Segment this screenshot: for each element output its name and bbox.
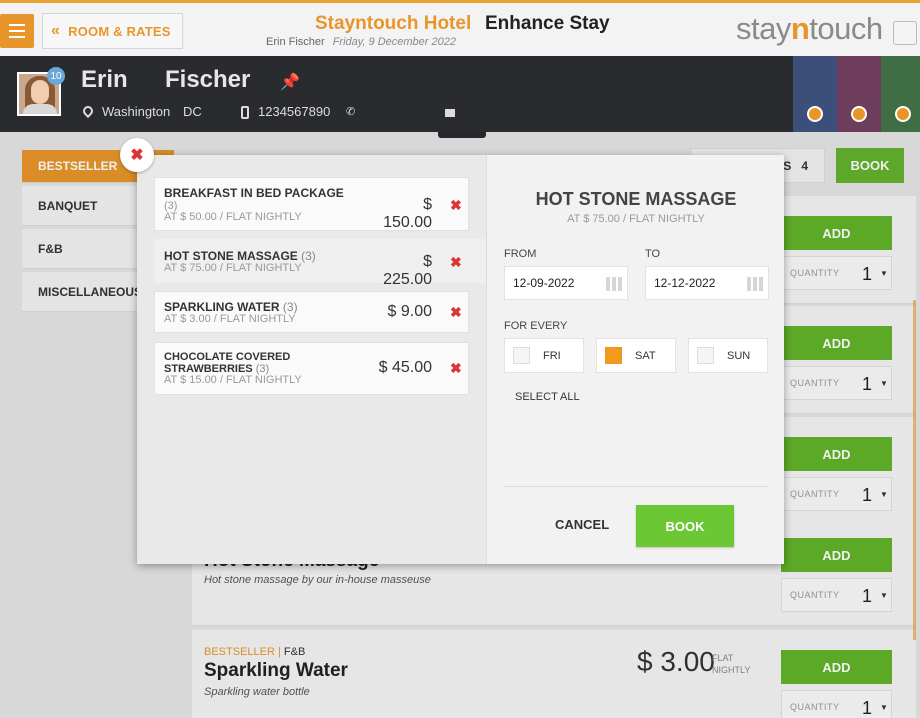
activity-icon[interactable]: [893, 21, 917, 45]
guest-first-name: Erin: [81, 66, 128, 93]
list-item[interactable]: BREAKFAST IN BED PACKAGE (3) AT $ 50.00 …: [154, 177, 469, 231]
header-guest-name: Erin Fischer: [266, 36, 325, 48]
day-checkbox-fri[interactable]: FRI: [504, 338, 584, 373]
back-label: ROOM & RATES: [68, 23, 171, 39]
globe-tile[interactable]: [837, 56, 881, 132]
search-icon: [807, 106, 823, 122]
building-tile[interactable]: [793, 56, 837, 132]
day-checkbox-sun[interactable]: SUN: [688, 338, 768, 373]
item-name: BREAKFAST IN BED PACKAGE: [164, 186, 344, 200]
search-icon: [895, 106, 911, 122]
network-tile[interactable]: [881, 56, 920, 132]
booking-details-panel: HOT STONE MASSAGE AT $ 75.00 / FLAT NIGH…: [486, 155, 784, 564]
checkbox[interactable]: [513, 347, 530, 364]
pin-icon[interactable]: 📌: [280, 72, 300, 92]
guest-city: Washington: [102, 104, 171, 119]
list-item[interactable]: CHOCOLATE COVERED STRAWBERRIES (3) AT $ 1…: [154, 342, 469, 395]
call-icon[interactable]: ✆: [346, 105, 355, 118]
close-modal-button[interactable]: ✖: [120, 138, 154, 172]
for-every-label: FOR EVERY: [504, 320, 568, 332]
hotel-name: Stayntouch Hotel: [315, 13, 472, 34]
item-price: $ 9.00: [387, 303, 432, 320]
guest-last-name: Fischer: [165, 66, 251, 93]
from-date-field[interactable]: 12-09-2022: [504, 266, 628, 300]
remove-item-icon[interactable]: ✖: [450, 304, 462, 321]
back-to-room-rates-button[interactable]: « ROOM & RATES: [42, 13, 183, 49]
divider: [504, 486, 768, 487]
item-name: SPARKLING WATER (3): [164, 300, 298, 314]
mobile-icon: [241, 106, 249, 119]
modal-book-button[interactable]: BOOK: [636, 505, 734, 547]
remove-item-icon[interactable]: ✖: [450, 197, 462, 214]
calendar-icon[interactable]: [606, 277, 622, 291]
guest-state: DC: [183, 104, 202, 119]
mail-icon[interactable]: [445, 109, 455, 117]
list-item[interactable]: HOT STONE MASSAGE (3) AT $ 75.00 / FLAT …: [154, 239, 486, 288]
item-price: $ 150.00: [383, 196, 432, 231]
add-on-modal: BREAKFAST IN BED PACKAGE (3) AT $ 50.00 …: [137, 155, 784, 564]
header-date: Friday, 9 December 2022: [332, 36, 456, 48]
item-name: CHOCOLATE COVERED STRAWBERRIES (3): [164, 351, 291, 375]
checkbox[interactable]: [697, 347, 714, 364]
top-bar: « ROOM & RATES Stayntouch Hotel Enhance …: [0, 0, 920, 56]
remove-item-icon[interactable]: ✖: [450, 254, 462, 271]
item-rate: AT $ 50.00 / FLAT NIGHTLY: [164, 211, 302, 223]
hamburger-icon[interactable]: [0, 14, 34, 48]
item-rate: AT $ 15.00 / FLAT NIGHTLY: [164, 374, 302, 386]
item-name: HOT STONE MASSAGE (3): [164, 249, 316, 263]
list-item[interactable]: SPARKLING WATER (3) AT $ 3.00 / FLAT NIG…: [154, 291, 469, 333]
cancel-button[interactable]: CANCEL: [555, 517, 609, 532]
brand-logo: stayntouch: [736, 11, 883, 46]
double-chevron-left-icon: «: [51, 22, 61, 39]
item-price: $ 45.00: [378, 359, 432, 376]
header-subtitle: Erin Fischer Friday, 9 December 2022: [266, 36, 456, 48]
calendar-icon[interactable]: [747, 277, 763, 291]
from-label: FROM: [504, 248, 537, 260]
detail-rate: AT $ 75.00 / FLAT NIGHTLY: [567, 213, 705, 225]
remove-item-icon[interactable]: ✖: [450, 360, 462, 377]
detail-title: HOT STONE MASSAGE: [535, 189, 737, 209]
item-rate: AT $ 75.00 / FLAT NIGHTLY: [164, 262, 302, 274]
to-date-field[interactable]: 12-12-2022: [645, 266, 769, 300]
selected-items-list: BREAKFAST IN BED PACKAGE (3) AT $ 50.00 …: [137, 155, 486, 564]
item-price: $ 225.00: [383, 253, 432, 288]
location-icon: [80, 103, 96, 119]
search-icon: [851, 106, 867, 122]
select-all-link[interactable]: SELECT ALL: [515, 391, 580, 403]
item-rate: AT $ 3.00 / FLAT NIGHTLY: [164, 313, 296, 325]
page-title: Enhance Stay: [485, 13, 610, 34]
guest-bar: 10 Erin Fischer 📌 Washington DC 12345678…: [0, 56, 920, 138]
close-icon: ✖: [130, 147, 144, 164]
guest-phone: 1234567890: [258, 104, 331, 119]
checkbox-checked[interactable]: [605, 347, 622, 364]
vip-badge: 10: [47, 67, 65, 85]
day-checkbox-sat[interactable]: SAT: [596, 338, 676, 373]
to-label: TO: [645, 248, 661, 260]
